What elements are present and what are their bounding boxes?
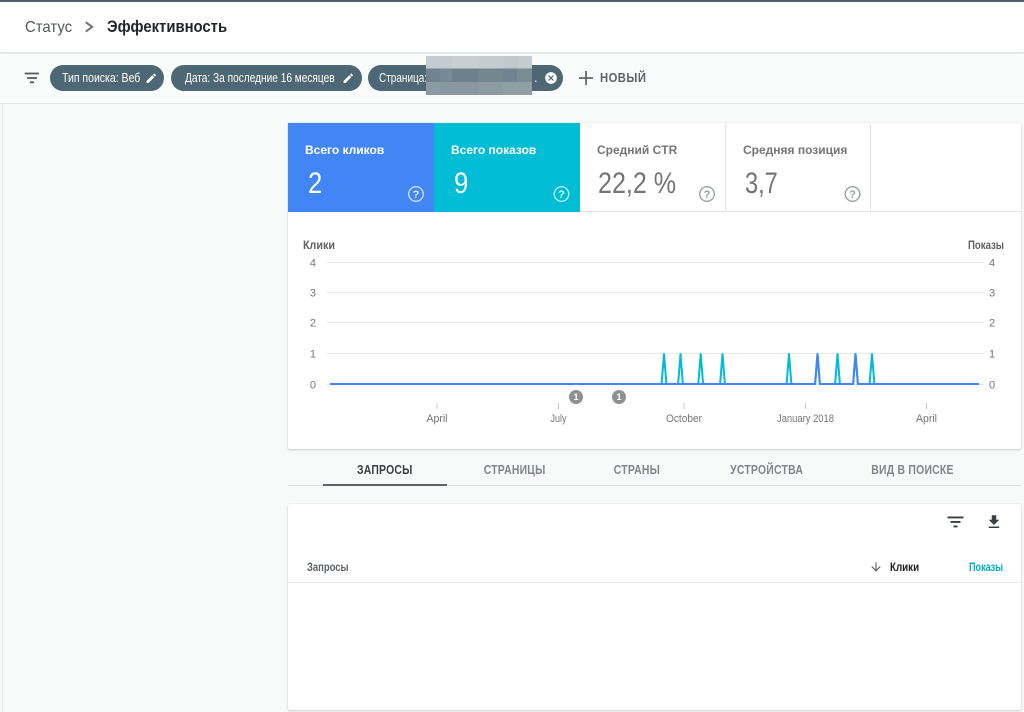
svg-text:4: 4	[989, 258, 995, 270]
svg-text:0: 0	[989, 380, 995, 392]
svg-text:?: ?	[558, 189, 565, 201]
svg-text:April: April	[427, 413, 448, 425]
svg-text:Клики: Клики	[303, 240, 335, 252]
svg-text:April: April	[916, 413, 937, 425]
svg-text:July: July	[551, 413, 567, 425]
svg-text:1: 1	[310, 349, 316, 361]
svg-text:3: 3	[310, 288, 316, 300]
svg-text:1: 1	[989, 349, 995, 361]
svg-text:2: 2	[310, 318, 316, 330]
svg-text:3: 3	[989, 288, 995, 300]
svg-text:?: ?	[413, 189, 420, 201]
svg-text:?: ?	[849, 189, 856, 201]
svg-text:0: 0	[310, 380, 316, 392]
svg-text:4: 4	[310, 258, 316, 270]
svg-text:?: ?	[704, 189, 711, 201]
svg-text:Показы: Показы	[968, 240, 1004, 252]
svg-text:2: 2	[989, 318, 995, 330]
svg-text:October: October	[666, 413, 702, 425]
svg-text:January 2018: January 2018	[777, 413, 834, 425]
